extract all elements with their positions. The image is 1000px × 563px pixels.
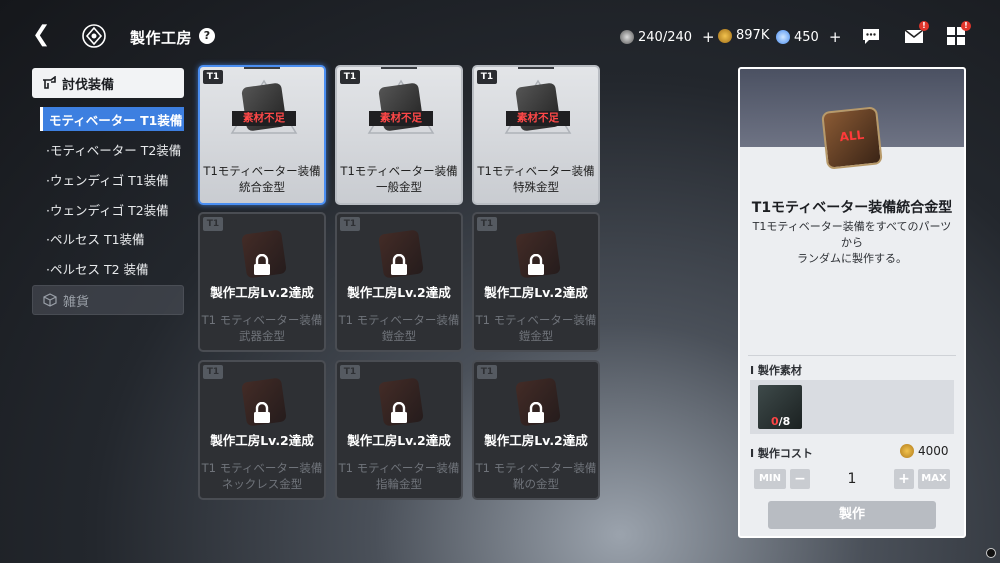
card-name: T1モティベーター装備 特殊金型 xyxy=(477,164,595,194)
lock-icon xyxy=(528,254,544,275)
quantity-value: 1 xyxy=(847,471,857,487)
lock-icon xyxy=(254,254,270,275)
cost-label: I 製作コスト xyxy=(750,447,813,460)
tier-badge: T1 xyxy=(477,365,497,379)
unlock-requirement: 製作工房Lv.2達成 xyxy=(484,285,588,300)
stamina-icon xyxy=(620,30,634,44)
card-topbar xyxy=(244,67,280,69)
category-label: 雑貨 xyxy=(63,294,90,310)
lock-icon xyxy=(254,402,270,423)
chat-icon[interactable] xyxy=(861,26,881,46)
materials-box: 0/8 xyxy=(750,380,954,434)
mail-badge: ! xyxy=(919,21,929,31)
recipe-card-general-mold[interactable]: T1 素材不足 T1モティベーター装備 一般金型 xyxy=(335,65,463,205)
lock-icon xyxy=(528,402,544,423)
recipe-card-armor-mold[interactable]: T1 製作工房Lv.2達成 T1 モティベーター装備 鎧金型 xyxy=(335,212,463,352)
unlock-requirement: 製作工房Lv.2達成 xyxy=(347,285,451,300)
recipe-card-weapon-mold[interactable]: T1 製作工房Lv.2達成 T1 モティベーター装備 武器金型 xyxy=(198,212,326,352)
stamina-counter: 240/240 + xyxy=(620,28,715,46)
category-label: 討伐装備 xyxy=(62,77,115,93)
coin-counter: 897K xyxy=(718,28,769,43)
gem-add-button[interactable]: + xyxy=(829,28,842,46)
decrease-button[interactable]: − xyxy=(790,469,810,489)
mail-button[interactable]: ! xyxy=(904,21,929,46)
tier-badge: T1 xyxy=(203,217,223,231)
material-shortage-label: 素材不足 xyxy=(369,111,433,126)
min-button[interactable]: MIN xyxy=(754,469,786,489)
page-title: 製作工房 xyxy=(130,29,193,47)
gem-icon xyxy=(776,30,790,44)
unlock-requirement: 製作工房Lv.2達成 xyxy=(484,433,588,448)
recipe-card-ring-mold[interactable]: T1 製作工房Lv.2達成 T1 モティベーター装備 指輪金型 xyxy=(335,360,463,500)
cost-value: 4000 xyxy=(900,444,949,458)
coin-value: 897K xyxy=(736,28,770,43)
increase-button[interactable]: + xyxy=(894,469,914,489)
max-button[interactable]: MAX xyxy=(918,469,950,489)
card-name: T1 モティベーター装備 指輪金型 xyxy=(338,461,460,491)
card-topbar xyxy=(518,67,554,69)
unlock-requirement: 製作工房Lv.2達成 xyxy=(210,285,314,300)
materials-label: I 製作素材 xyxy=(750,364,802,377)
tier-badge: T1 xyxy=(203,70,223,84)
tier-badge: T1 xyxy=(340,70,360,84)
tier-badge: T1 xyxy=(340,217,360,231)
recipe-card-armor-mold-2[interactable]: T1 製作工房Lv.2達成 T1 モティベーター装備 鎧金型 xyxy=(472,212,600,352)
unlock-requirement: 製作工房Lv.2達成 xyxy=(210,433,314,448)
integrated-mold-item-icon: ALL xyxy=(821,106,883,170)
help-button[interactable]: ? xyxy=(199,28,215,44)
sidebar-item-motivator-t1[interactable]: モティベーター T1装備 xyxy=(40,107,184,131)
recipe-card-special-mold[interactable]: T1 素材不足 T1モティベーター装備 特殊金型 xyxy=(472,65,600,205)
lock-icon xyxy=(391,402,407,423)
cube-icon xyxy=(43,293,57,307)
sidebar-item-wendigo-t1[interactable]: ·ウェンディゴ T1装備 xyxy=(40,167,184,191)
tier-badge: T1 xyxy=(477,70,497,84)
all-label: ALL xyxy=(838,127,865,145)
card-name: T1モティベーター装備 一般金型 xyxy=(340,164,458,194)
craft-button[interactable]: 製作 xyxy=(768,501,936,529)
card-name: T1 モティベーター装備 ネックレス金型 xyxy=(201,461,323,491)
material-shortage-label: 素材不足 xyxy=(506,111,570,126)
coin-icon xyxy=(900,444,914,458)
stamina-value: 240/240 xyxy=(638,29,693,45)
card-name: T1 モティベーター装備 鎧金型 xyxy=(338,313,460,343)
lock-icon xyxy=(391,254,407,275)
recipe-card-integrated-mold[interactable]: T1 素材不足 T1モティベーター装備 統合金型 xyxy=(198,65,326,205)
recipe-card-shoes-mold[interactable]: T1 製作工房Lv.2達成 T1 モティベーター装備 靴の金型 xyxy=(472,360,600,500)
corner-indicator-icon xyxy=(986,548,996,558)
material-count: 0/8 xyxy=(771,415,791,428)
card-name: T1 モティベーター装備 靴の金型 xyxy=(475,461,597,491)
back-button[interactable]: ❮ xyxy=(32,24,54,48)
card-name: T1モティベーター装備 統合金型 xyxy=(203,164,321,194)
coin-icon xyxy=(718,28,732,43)
menu-badge: ! xyxy=(961,21,971,31)
gem-value: 450 xyxy=(794,29,819,45)
equipment-icon xyxy=(43,76,56,89)
category-subjugation-equipment[interactable]: 討伐装備 xyxy=(32,68,184,98)
unlock-requirement: 製作工房Lv.2達成 xyxy=(347,433,451,448)
tier-badge: T1 xyxy=(477,217,497,231)
menu-button[interactable]: ! xyxy=(946,21,971,46)
detail-title: T1モティベーター装備統合金型 xyxy=(751,200,953,216)
workshop-logo-icon xyxy=(82,24,106,48)
sidebar-item-perses-t2[interactable]: ·ペルセス T2 装備 xyxy=(40,256,184,280)
divider xyxy=(748,355,956,356)
detail-description: T1モティベーター装備をすべてのパーツから ランダムに製作する。 xyxy=(752,220,952,265)
material-slot[interactable]: 0/8 xyxy=(758,385,802,429)
tier-badge: T1 xyxy=(203,365,223,379)
recipe-card-necklace-mold[interactable]: T1 製作工房Lv.2達成 T1 モティベーター装備 ネックレス金型 xyxy=(198,360,326,500)
card-name: T1 モティベーター装備 鎧金型 xyxy=(475,313,597,343)
stamina-add-button[interactable]: + xyxy=(702,28,715,46)
sidebar-item-motivator-t2[interactable]: ·モティベーター T2装備 xyxy=(40,137,184,161)
card-topbar xyxy=(381,67,417,69)
material-shortage-label: 素材不足 xyxy=(232,111,296,126)
detail-panel: ALL T1モティベーター装備統合金型 T1モティベーター装備をすべてのパーツか… xyxy=(738,67,966,538)
category-misc-goods[interactable]: 雑貨 xyxy=(32,285,184,315)
tier-badge: T1 xyxy=(340,365,360,379)
card-name: T1 モティベーター装備 武器金型 xyxy=(201,313,323,343)
sidebar-item-perses-t1[interactable]: ·ペルセス T1装備 xyxy=(40,226,184,250)
sidebar-item-wendigo-t2[interactable]: ·ウェンディゴ T2装備 xyxy=(40,197,184,221)
gem-counter: 450 + xyxy=(776,28,841,46)
